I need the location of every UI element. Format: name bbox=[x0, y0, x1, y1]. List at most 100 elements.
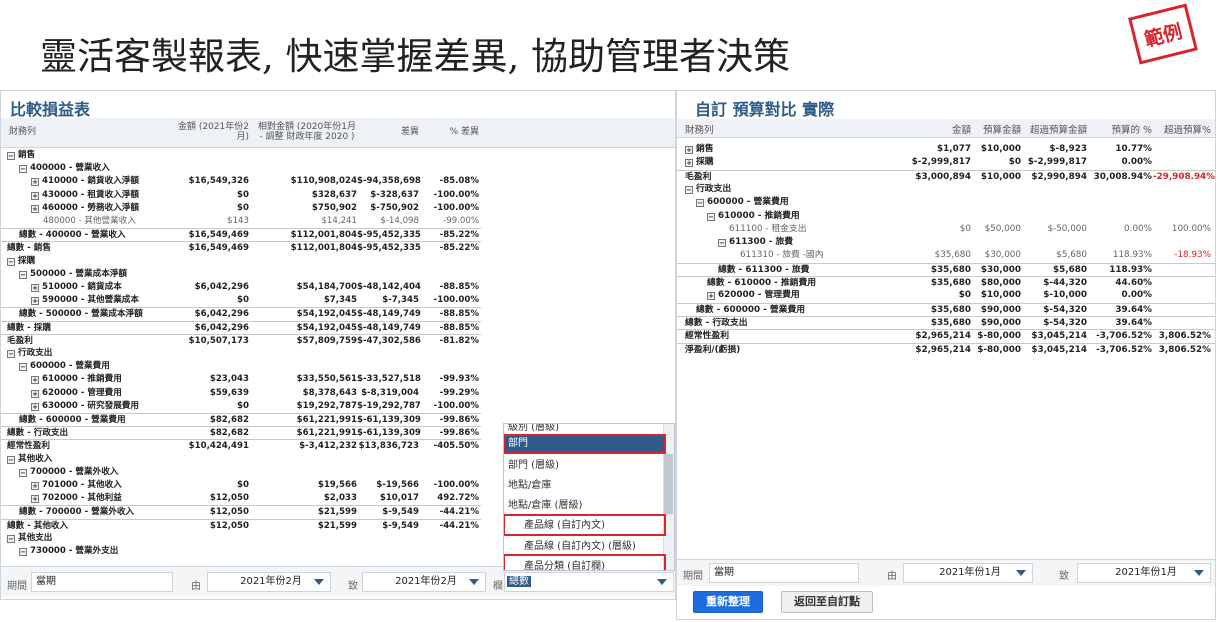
table-row[interactable]: +430000 - 租賃收入淨額 $0 $328,637 $-328,637 -100.… bbox=[1, 189, 481, 202]
expand-icon[interactable]: + bbox=[707, 292, 715, 301]
table-row[interactable]: −600000 - 營業費用 bbox=[677, 196, 1215, 209]
table-row[interactable]: +460000 - 勞務收入淨額 $0 $750,902 $-750,902 -100.… bbox=[1, 202, 481, 215]
to-select[interactable]: 2021年份1月 bbox=[1077, 563, 1211, 583]
table-row[interactable]: − 採購 bbox=[1, 255, 481, 268]
table-row[interactable]: − 其他收入 bbox=[1, 453, 481, 466]
table-row[interactable]: 經常性盈利 $10,424,491 $-3,412,232 $13,836,723 -4… bbox=[1, 439, 481, 452]
table-row[interactable]: 總數 - 700000 - 營業外收入 $12,050 $21,599 $-9,549… bbox=[1, 505, 481, 518]
collapse-icon[interactable]: − bbox=[7, 350, 15, 358]
table-row[interactable]: 總數 - 611300 - 旅費 $35,680 $30,000 $5,680 118.… bbox=[677, 262, 1215, 276]
table-row[interactable]: +590000 - 其他營業成本 $0 $7,345 $-7,345 -100.00% bbox=[1, 294, 481, 307]
period-field[interactable]: 當期 bbox=[709, 563, 859, 583]
table-row[interactable]: − 銷售 bbox=[1, 149, 481, 162]
col-diff[interactable]: 差異 bbox=[371, 127, 419, 137]
table-row[interactable]: −611300 - 旅費 bbox=[677, 236, 1215, 249]
row-label: 總數 - 611300 - 旅費 bbox=[718, 264, 810, 275]
expand-icon[interactable]: + bbox=[31, 297, 39, 306]
table-row[interactable]: +410000 - 銷貨收入淨額 $16,549,326 $110,908,024 $… bbox=[1, 175, 481, 188]
table-row[interactable]: 毛盈利 $3,000,894 $10,000 $2,990,894 30,008.94%… bbox=[677, 169, 1215, 183]
table-row[interactable]: 總數 - 600000 - 營業費用 $82,682 $61,221,991 $-61… bbox=[1, 413, 481, 426]
col-budget[interactable]: 預算金額 bbox=[977, 122, 1021, 136]
expand-icon[interactable]: + bbox=[685, 159, 693, 168]
table-row[interactable]: −500000 - 營業成本淨額 bbox=[1, 268, 481, 281]
column-dropdown-list[interactable]: 級別 (層級) 部門 部門 (層級) 地點/倉庫 地點/倉庫 (層級) 產品線 (自訂內文… bbox=[503, 423, 675, 571]
expand-icon[interactable]: + bbox=[31, 191, 39, 200]
compare-cell: $112,001,804 bbox=[290, 230, 357, 241]
col-over[interactable]: 超過預算金額 bbox=[1027, 122, 1087, 136]
table-row[interactable]: +610000 - 推銷費用 $23,043 $33,550,561 $-33,527… bbox=[1, 373, 481, 386]
expand-icon[interactable]: + bbox=[31, 284, 39, 292]
col-compare[interactable]: 相對金額 (2020年份1月 - 調整 財政年度 2020 ) bbox=[257, 122, 357, 142]
table-row[interactable]: −600000 - 營業費用 bbox=[1, 360, 481, 373]
expand-icon[interactable]: + bbox=[31, 495, 39, 504]
expand-icon[interactable]: + bbox=[31, 402, 39, 411]
table-row[interactable]: 480000 - 其他營業收入 $143 $14,241 $-14,098 -99.00… bbox=[1, 215, 481, 228]
table-row[interactable]: − 行政支出 bbox=[1, 347, 481, 360]
collapse-icon[interactable]: − bbox=[718, 239, 726, 248]
col-amount[interactable]: 金額 bbox=[927, 122, 971, 136]
from-select[interactable]: 2021年份2月 bbox=[207, 572, 331, 592]
scrollbar-thumb[interactable] bbox=[664, 454, 673, 514]
col-over-pct[interactable]: 超過預算% bbox=[1155, 122, 1211, 136]
table-row[interactable]: 總數 - 行政支出 $35,680 $90,000 $-54,320 39.64% bbox=[677, 315, 1215, 329]
table-row[interactable]: 總數 - 500000 - 營業成本淨額 $6,042,296 $54,192,04… bbox=[1, 307, 481, 320]
expand-icon[interactable]: + bbox=[31, 178, 39, 187]
table-row[interactable]: +702000 - 其他利益 $12,050 $2,033 $10,017 492.72… bbox=[1, 492, 481, 505]
expand-icon[interactable]: + bbox=[31, 482, 39, 490]
table-row[interactable]: − 行政支出 bbox=[677, 183, 1215, 196]
table-row[interactable]: +620000 - 管理費用 $59,639 $8,378,643 $-8,319,0… bbox=[1, 387, 481, 400]
table-row[interactable]: 總數 - 其他收入 $12,050 $21,599 $-9,549 -44.21% bbox=[1, 518, 481, 532]
column-select[interactable]: 總數 bbox=[504, 572, 674, 592]
table-row[interactable]: 611100 - 租金支出 $0 $50,000 $-50,000 0.00% 100.0… bbox=[677, 223, 1215, 236]
col-pct[interactable]: % 差異 bbox=[431, 127, 479, 137]
table-row[interactable]: 總數 - 銷售 $16,549,469 $112,001,804 $-95,452,3… bbox=[1, 241, 481, 254]
col-pct-budget[interactable]: 預算的 % bbox=[1102, 122, 1152, 136]
table-row[interactable]: −700000 - 營業外收入 bbox=[1, 466, 481, 479]
refresh-button[interactable]: 重新整理 bbox=[693, 591, 763, 613]
table-row[interactable]: 毛盈利 $10,507,173 $57,809,759 $-47,302,586 -81… bbox=[1, 333, 481, 347]
period-field[interactable]: 當期 bbox=[31, 572, 173, 592]
table-row[interactable]: − 其他支出 bbox=[1, 532, 481, 545]
collapse-icon[interactable]: − bbox=[19, 165, 27, 174]
collapse-icon[interactable]: − bbox=[19, 548, 27, 556]
collapse-icon[interactable]: − bbox=[696, 199, 704, 208]
from-select[interactable]: 2021年份1月 bbox=[903, 563, 1033, 583]
dropdown-option[interactable]: 部門 (層級) bbox=[504, 456, 664, 476]
table-row[interactable]: 總數 - 600000 - 營業費用 $35,680 $90,000 $-54,320… bbox=[677, 302, 1215, 316]
table-row[interactable]: + 採購 $-2,999,817 $0 $-2,999,817 0.00% bbox=[677, 156, 1215, 169]
expand-icon[interactable]: + bbox=[685, 146, 693, 154]
table-row[interactable]: +701000 - 其他收入 $0 $19,566 $-19,566 -100.00% bbox=[1, 479, 481, 492]
table-row[interactable]: 總數 - 採購 $6,042,296 $54,192,045 $-48,149,749… bbox=[1, 320, 481, 334]
table-row[interactable]: +510000 - 銷貨成本 $6,042,296 $54,184,700 $-48,… bbox=[1, 281, 481, 294]
collapse-icon[interactable]: − bbox=[7, 534, 15, 543]
collapse-icon[interactable]: − bbox=[707, 212, 715, 221]
table-row[interactable]: 經常性盈利 $2,965,214 $-80,000 $3,045,214 -3,706.… bbox=[677, 329, 1215, 342]
table-row[interactable]: +630000 - 研究發展費用 $0 $19,292,787 $-19,292,78… bbox=[1, 400, 481, 413]
table-row[interactable]: −610000 - 推銷費用 bbox=[677, 210, 1215, 223]
collapse-icon[interactable]: − bbox=[7, 455, 15, 464]
table-row[interactable]: 總數 - 610000 - 推銷費用 $35,680 $80,000 $-44,320… bbox=[677, 276, 1215, 289]
table-row[interactable]: +620000 - 管理費用 $0 $10,000 $-10,000 0.00% bbox=[677, 289, 1215, 302]
to-select[interactable]: 2021年份2月 bbox=[362, 572, 486, 592]
table-row[interactable]: 總數 - 400000 - 營業收入 $16,549,469 $112,001,80… bbox=[1, 228, 481, 241]
collapse-icon[interactable]: − bbox=[19, 270, 27, 279]
dropdown-option[interactable]: 地點/倉庫 (層級) bbox=[504, 496, 664, 516]
table-row[interactable]: + 銷售 $1,077 $10,000 $-8,923 10.77% bbox=[677, 143, 1215, 156]
expand-icon[interactable]: + bbox=[31, 204, 39, 213]
dropdown-option[interactable]: 地點/倉庫 bbox=[504, 476, 664, 496]
col-amount[interactable]: 金額 (2021年份2月) bbox=[173, 122, 249, 142]
collapse-icon[interactable]: − bbox=[19, 363, 27, 372]
collapse-icon[interactable]: − bbox=[19, 468, 27, 477]
table-row[interactable]: −730000 - 營業外支出 bbox=[1, 545, 481, 558]
table-row[interactable]: 611310 - 旅費 -國內 $35,680 $30,000 $5,680 118.9… bbox=[677, 249, 1215, 262]
back-to-custom-button[interactable]: 返回至自訂點 bbox=[781, 591, 873, 613]
amount-cell: $6,042,296 bbox=[194, 309, 249, 320]
table-row[interactable]: 淨盈利/(虧損) $2,965,214 $-80,000 $3,045,214 -3,7… bbox=[677, 342, 1215, 356]
expand-icon[interactable]: + bbox=[31, 376, 39, 385]
table-row[interactable]: 總數 - 行政支出 $82,682 $61,221,991 $-61,139,309 -… bbox=[1, 426, 481, 439]
collapse-icon[interactable]: − bbox=[7, 152, 15, 160]
table-row[interactable]: −400000 - 營業收入 bbox=[1, 162, 481, 175]
collapse-icon[interactable]: − bbox=[685, 185, 693, 194]
collapse-icon[interactable]: − bbox=[7, 257, 15, 266]
expand-icon[interactable]: + bbox=[31, 389, 39, 398]
